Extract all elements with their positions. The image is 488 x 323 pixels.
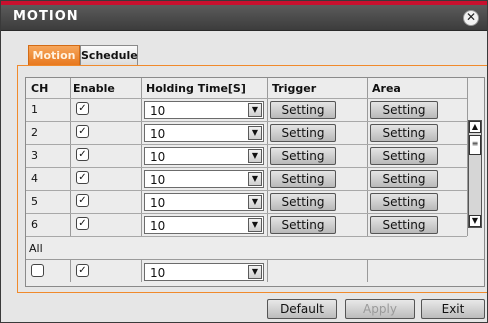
all-holding-time-value: 10: [150, 266, 166, 280]
area-setting-button[interactable]: Setting: [370, 124, 438, 142]
apply-button[interactable]: Apply: [345, 299, 415, 319]
dropdown-arrow-icon[interactable]: ▼: [248, 149, 262, 163]
trigger-setting-button[interactable]: Setting: [270, 147, 336, 165]
trigger-setting-button[interactable]: Setting: [270, 101, 336, 119]
area-setting-button[interactable]: Setting: [370, 101, 438, 119]
header-holding-time: Holding Time[S]: [146, 82, 246, 95]
column-divider: [267, 259, 268, 282]
table-scrollbar[interactable]: ▲ ≡ ▼: [468, 120, 482, 228]
title-bar: MOTION ✕: [1, 5, 487, 31]
holding-time-select[interactable]: 10 ▼: [144, 101, 264, 119]
motion-table: CH Enable Holding Time[S] Trigger Area 1…: [25, 77, 485, 287]
channel-number: 6: [31, 218, 38, 231]
scroll-up-icon[interactable]: ▲: [469, 121, 481, 133]
row-divider: [26, 98, 467, 99]
dropdown-arrow-icon[interactable]: ▼: [248, 265, 262, 279]
holding-time-value: 10: [150, 104, 166, 118]
holding-time-select[interactable]: 10 ▼: [144, 216, 264, 234]
row-divider: [26, 121, 467, 122]
holding-time-value: 10: [150, 196, 166, 210]
holding-time-select[interactable]: 10 ▼: [144, 147, 264, 165]
header-trigger: Trigger: [272, 82, 317, 95]
dropdown-arrow-icon[interactable]: ▼: [248, 195, 262, 209]
holding-time-select[interactable]: 10 ▼: [144, 170, 264, 188]
enable-checkbox[interactable]: ✓: [76, 102, 89, 115]
header-ch: CH: [31, 82, 49, 95]
scroll-thumb[interactable]: ≡: [469, 135, 481, 155]
row-divider: [26, 213, 467, 214]
channel-number: 4: [31, 172, 38, 185]
holding-time-value: 10: [150, 150, 166, 164]
dropdown-arrow-icon[interactable]: ▼: [248, 218, 262, 232]
area-setting-button[interactable]: Setting: [370, 147, 438, 165]
area-setting-button[interactable]: Setting: [370, 216, 438, 234]
holding-time-value: 10: [150, 219, 166, 233]
motion-dialog: MOTION ✕ Motion Schedule CH Enable Holdi…: [0, 0, 488, 323]
scroll-down-icon[interactable]: ▼: [469, 215, 481, 227]
channel-number: 5: [31, 195, 38, 208]
exit-button[interactable]: Exit: [421, 299, 485, 319]
column-divider: [141, 259, 142, 282]
column-divider: [367, 259, 368, 282]
channel-number: 1: [31, 103, 38, 116]
dropdown-arrow-icon[interactable]: ▼: [248, 103, 262, 117]
default-button[interactable]: Default: [267, 299, 337, 319]
area-setting-button[interactable]: Setting: [370, 170, 438, 188]
all-holding-time-select[interactable]: 10 ▼: [144, 263, 264, 281]
row-divider: [26, 190, 467, 191]
row-divider: [26, 236, 467, 237]
header-enable: Enable: [73, 82, 115, 95]
dialog-title: MOTION: [13, 9, 79, 24]
tab-schedule[interactable]: Schedule: [80, 45, 138, 65]
dropdown-arrow-icon[interactable]: ▼: [248, 126, 262, 140]
row-divider: [26, 144, 467, 145]
dropdown-arrow-icon[interactable]: ▼: [248, 172, 262, 186]
close-icon[interactable]: ✕: [463, 10, 479, 26]
select-all-checkbox[interactable]: [31, 264, 44, 277]
all-enable-checkbox[interactable]: ✓: [76, 264, 89, 277]
area-setting-button[interactable]: Setting: [370, 193, 438, 211]
trigger-setting-button[interactable]: Setting: [270, 216, 336, 234]
holding-time-select[interactable]: 10 ▼: [144, 124, 264, 142]
trigger-setting-button[interactable]: Setting: [270, 193, 336, 211]
holding-time-value: 10: [150, 173, 166, 187]
all-label: All: [29, 242, 43, 255]
holding-time-value: 10: [150, 127, 166, 141]
tab-motion[interactable]: Motion: [28, 45, 80, 65]
header-area: Area: [372, 82, 401, 95]
holding-time-select[interactable]: 10 ▼: [144, 193, 264, 211]
row-divider: [26, 167, 467, 168]
trigger-setting-button[interactable]: Setting: [270, 124, 336, 142]
enable-checkbox[interactable]: ✓: [76, 148, 89, 161]
enable-checkbox[interactable]: ✓: [76, 194, 89, 207]
channel-number: 3: [31, 149, 38, 162]
enable-checkbox[interactable]: ✓: [76, 171, 89, 184]
trigger-setting-button[interactable]: Setting: [270, 170, 336, 188]
column-divider: [70, 259, 71, 282]
enable-checkbox[interactable]: ✓: [76, 125, 89, 138]
channel-number: 2: [31, 126, 38, 139]
enable-checkbox[interactable]: ✓: [76, 217, 89, 230]
